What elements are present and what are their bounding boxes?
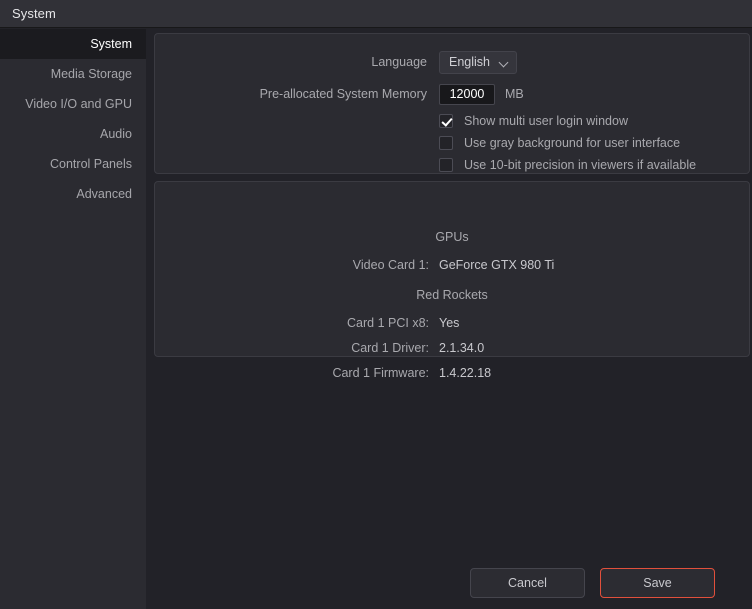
gpus-section-title: GPUs (435, 230, 469, 244)
card-1-pci-label: Card 1 PCI x8: (347, 316, 429, 330)
checkbox-10bit-precision[interactable]: Use 10-bit precision in viewers if avail… (439, 156, 696, 174)
sidebar-item-label: Media Storage (50, 67, 132, 81)
system-preferences-window: System System Media Storage Video I/O an… (0, 0, 752, 609)
sidebar-item-advanced[interactable]: Advanced (0, 179, 146, 209)
settings-sidebar: System Media Storage Video I/O and GPU A… (0, 29, 146, 609)
language-row: Language English (155, 50, 749, 74)
sidebar-item-control-panels[interactable]: Control Panels (0, 149, 146, 179)
card-1-driver-label: Card 1 Driver: (351, 341, 429, 355)
red-rockets-section-title: Red Rockets (416, 288, 488, 302)
sidebar-item-label: Audio (100, 127, 132, 141)
video-card-1-row: Video Card 1: GeForce GTX 980 Ti (155, 256, 749, 274)
memory-input[interactable] (439, 83, 495, 105)
sidebar-item-audio[interactable]: Audio (0, 119, 146, 149)
settings-content: Language English Pre-allocated System Me… (146, 29, 752, 609)
checkbox-show-multi-user-login[interactable]: Show multi user login window (439, 112, 628, 130)
language-label: Language (371, 55, 427, 69)
card-1-firmware-row: Card 1 Firmware: 1.4.22.18 (155, 364, 749, 382)
language-select-value: English (449, 55, 490, 69)
window-title: System (12, 6, 56, 21)
checkbox-gray-background[interactable]: Use gray background for user interface (439, 134, 680, 152)
sidebar-item-video-io-and-gpu[interactable]: Video I/O and GPU (0, 89, 146, 119)
memory-label: Pre-allocated System Memory (259, 87, 427, 101)
sidebar-item-label: System (90, 37, 132, 51)
video-card-1-label: Video Card 1: (352, 258, 429, 272)
window-titlebar: System (0, 0, 752, 28)
checkbox-label: Use 10-bit precision in viewers if avail… (464, 158, 697, 172)
cancel-button[interactable]: Cancel (470, 568, 585, 598)
card-1-firmware-label: Card 1 Firmware: (332, 366, 429, 380)
sidebar-item-label: Advanced (76, 187, 132, 201)
video-card-1-value: GeForce GTX 980 Ti (439, 258, 555, 272)
sidebar-item-label: Control Panels (50, 157, 132, 171)
checkbox-label: Show multi user login window (464, 114, 628, 128)
language-select[interactable]: English (439, 50, 517, 74)
checkbox-icon[interactable] (439, 158, 453, 172)
save-button[interactable]: Save (600, 568, 715, 598)
memory-row: Pre-allocated System Memory MB (155, 83, 749, 105)
hardware-info-panel: GPUs Video Card 1: GeForce GTX 980 Ti Re… (154, 181, 750, 380)
sidebar-item-media-storage[interactable]: Media Storage (0, 59, 146, 89)
card-1-firmware-value: 1.4.22.18 (439, 366, 492, 380)
checkbox-label: Use gray background for user interface (464, 136, 681, 150)
card-1-driver-value: 2.1.34.0 (439, 341, 485, 355)
checkbox-icon[interactable] (439, 114, 453, 128)
card-1-pci-value: Yes (439, 316, 460, 330)
sidebar-item-system[interactable]: System (0, 29, 146, 59)
sidebar-item-label: Video I/O and GPU (25, 97, 132, 111)
chevron-down-icon (500, 58, 509, 67)
checkbox-icon[interactable] (439, 136, 453, 150)
card-1-driver-row: Card 1 Driver: 2.1.34.0 (155, 339, 749, 357)
system-settings-panel: Language English Pre-allocated System Me… (154, 33, 750, 174)
card-1-pci-row: Card 1 PCI x8: Yes (155, 314, 749, 332)
memory-unit-label: MB (505, 87, 524, 101)
